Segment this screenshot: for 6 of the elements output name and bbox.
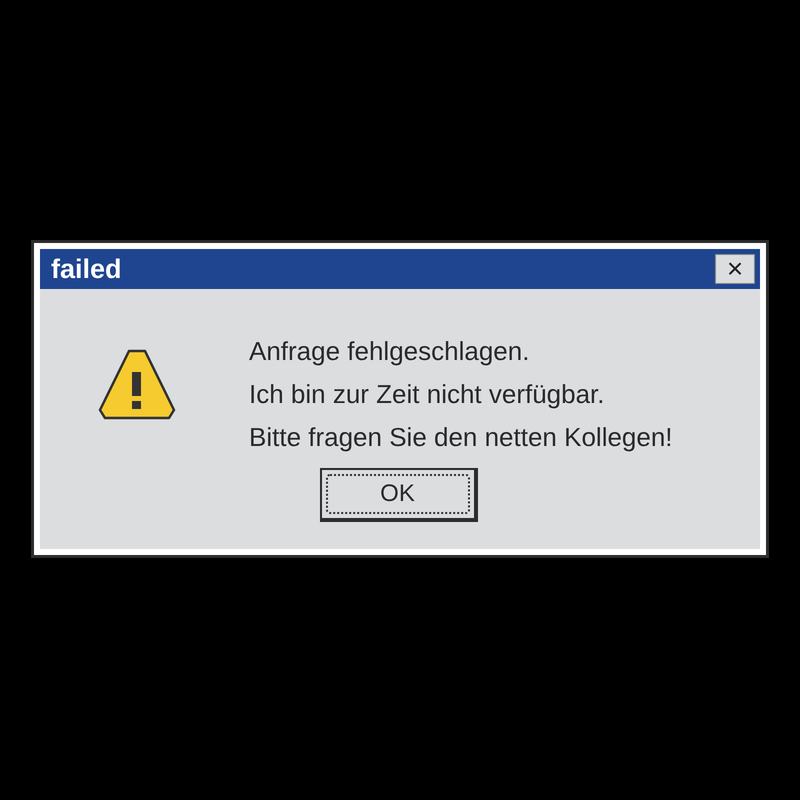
message-text: Bitte fragen Sie den netten Kollegen! xyxy=(249,421,673,454)
message-text: Anfrage fehlgeschlagen. xyxy=(249,335,530,368)
ok-button[interactable]: OK xyxy=(320,468,478,522)
window-title: failed xyxy=(51,256,122,282)
message-text: Ich bin zur Zeit nicht verfügbar. xyxy=(249,378,606,411)
close-button[interactable]: × xyxy=(715,254,755,284)
